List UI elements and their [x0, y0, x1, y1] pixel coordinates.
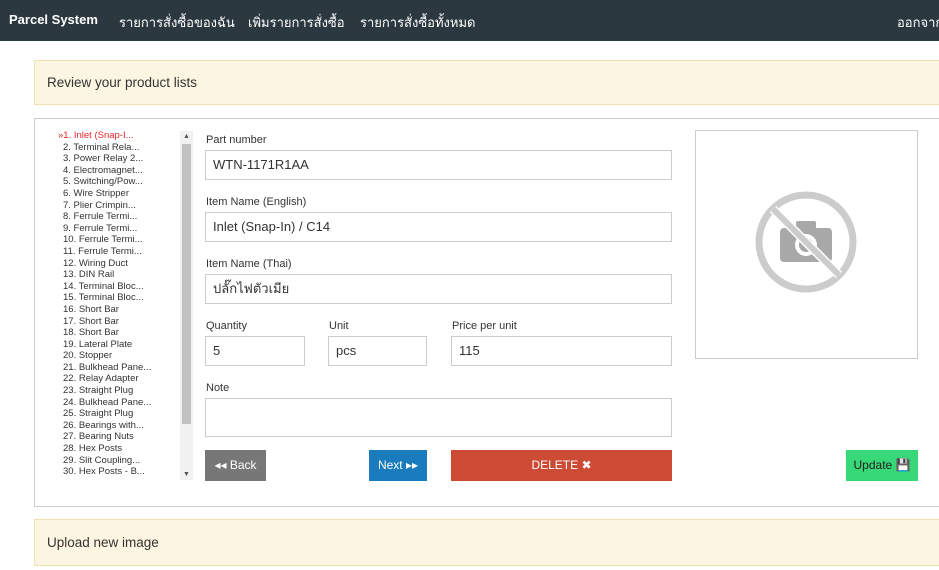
name-en-input[interactable]: Inlet (Snap-In) / C14: [205, 212, 672, 242]
nav-logout[interactable]: ออกจาก: [897, 12, 939, 33]
unit-label: Unit: [329, 320, 349, 332]
delete-button[interactable]: DELETE ✖: [451, 450, 672, 481]
product-list-item[interactable]: 8. Ferrule Termi...: [58, 211, 180, 223]
name-en-label: Item Name (English): [206, 196, 307, 208]
product-list-item[interactable]: 30. Hex Posts - B...: [58, 466, 180, 478]
product-list-item[interactable]: 3. Power Relay 2...: [58, 153, 180, 165]
product-list-item[interactable]: 13. DIN Rail: [58, 269, 180, 281]
product-list-item-label: 7. Plier Crimpin...: [63, 199, 136, 211]
scroll-down-icon[interactable]: ▼: [183, 471, 190, 478]
product-list-item[interactable]: 28. Hex Posts: [58, 443, 180, 455]
part-number-label: Part number: [206, 134, 267, 146]
product-list-item-label: 28. Hex Posts: [63, 443, 123, 455]
name-th-input[interactable]: ปลั๊กไฟตัวเมีย: [205, 274, 672, 304]
price-input[interactable]: 115: [451, 336, 672, 366]
product-list-item[interactable]: 9. Ferrule Termi...: [58, 223, 180, 235]
product-list-item-label: 27. Bearing Nuts: [63, 431, 134, 443]
product-list-item-label: 22. Relay Adapter: [63, 373, 139, 385]
product-list-item[interactable]: 6. Wire Stripper: [58, 188, 180, 200]
product-list-item[interactable]: 10. Ferrule Termi...: [58, 234, 180, 246]
product-list-item-label: 4. Electromagnet...: [63, 164, 143, 176]
product-list-item[interactable]: »1. Inlet (Snap-I...: [58, 130, 180, 142]
product-list-item-label: 13. DIN Rail: [63, 269, 115, 281]
product-list-item[interactable]: 26. Bearings with...: [58, 420, 180, 432]
product-list-item[interactable]: 11. Ferrule Termi...: [58, 246, 180, 258]
product-list-item[interactable]: 29. Slit Coupling...: [58, 455, 180, 467]
price-label: Price per unit: [452, 320, 517, 332]
product-list-item-label: 3. Power Relay 2...: [63, 153, 144, 165]
product-list-item-label: 25. Straight Plug: [63, 408, 134, 420]
upload-panel-title: Upload new image: [47, 535, 159, 550]
product-list-item-label: 26. Bearings with...: [63, 419, 144, 431]
product-list-item-label: 5. Switching/Pow...: [63, 176, 143, 188]
scroll-up-icon[interactable]: ▲: [183, 133, 190, 140]
product-list-item[interactable]: 20. Stopper: [58, 350, 180, 362]
product-list-item-label: 19. Lateral Plate: [63, 338, 133, 350]
product-list-item[interactable]: 27. Bearing Nuts: [58, 431, 180, 443]
next-button[interactable]: Next ▸▸: [369, 450, 427, 481]
navbar: Parcel System รายการสั่งซื้อของฉัน เพิ่ม…: [0, 0, 939, 41]
quantity-input[interactable]: 5: [205, 336, 305, 366]
product-list-item[interactable]: 7. Plier Crimpin...: [58, 200, 180, 212]
product-list-item-label: 24. Bulkhead Pane...: [63, 396, 152, 408]
product-list-item[interactable]: 2. Terminal Rela...: [58, 142, 180, 154]
upload-panel[interactable]: Upload new image: [34, 519, 939, 566]
scrollbar-thumb[interactable]: [182, 144, 191, 424]
product-list-item[interactable]: 5. Switching/Pow...: [58, 176, 180, 188]
brand-link[interactable]: Parcel System: [9, 12, 98, 27]
product-list-item[interactable]: 22. Relay Adapter: [58, 373, 180, 385]
review-panel-title: Review your product lists: [47, 75, 198, 90]
product-list-item[interactable]: 14. Terminal Bloc...: [58, 281, 180, 293]
product-list-item[interactable]: 15. Terminal Bloc...: [58, 292, 180, 304]
nav-all-orders[interactable]: รายการสั่งซื้อทั้งหมด: [360, 12, 475, 33]
product-list-item[interactable]: 24. Bulkhead Pane...: [58, 397, 180, 409]
list-scrollbar[interactable]: ▲ ▼: [180, 131, 193, 480]
product-list-item[interactable]: 21. Bulkhead Pane...: [58, 362, 180, 374]
product-list-item[interactable]: 17. Short Bar: [58, 316, 180, 328]
update-button[interactable]: Update 💾: [846, 450, 918, 481]
product-list-item-label: 6. Wire Stripper: [63, 187, 129, 199]
product-list-item-label: 29. Slit Coupling...: [63, 454, 141, 466]
part-number-input[interactable]: WTN-1171R1AA: [205, 150, 672, 180]
product-list-item-label: 9. Ferrule Termi...: [63, 222, 138, 234]
name-th-label: Item Name (Thai): [206, 258, 292, 270]
product-list-item-label: 30. Hex Posts - B...: [63, 466, 145, 478]
product-list-item-label: 16. Short Bar: [63, 303, 119, 315]
product-list-item-label: 2. Terminal Rela...: [63, 141, 140, 153]
product-list[interactable]: »1. Inlet (Snap-I... 2. Terminal Rela... 3…: [58, 130, 180, 478]
nav-my-orders[interactable]: รายการสั่งซื้อของฉัน: [119, 12, 235, 33]
product-list-item-label: 18. Short Bar: [63, 327, 119, 339]
review-panel: Review your product lists: [34, 60, 939, 105]
product-list-item[interactable]: 25. Straight Plug: [58, 408, 180, 420]
note-label: Note: [206, 382, 230, 394]
unit-input[interactable]: pcs: [328, 336, 427, 366]
product-list-item[interactable]: 18. Short Bar: [58, 327, 180, 339]
product-list-item-label: 14. Terminal Bloc...: [63, 280, 144, 292]
product-list-item[interactable]: 23. Straight Plug: [58, 385, 180, 397]
note-textarea[interactable]: [205, 398, 672, 437]
product-list-item-label: 11. Ferrule Termi...: [63, 245, 142, 257]
product-list-item-label: 1. Inlet (Snap-I...: [63, 130, 134, 141]
product-list-item[interactable]: 19. Lateral Plate: [58, 339, 180, 351]
nav-add-order[interactable]: เพิ่มรายการสั่งซื้อ: [248, 12, 345, 33]
product-list-item-label: 17. Short Bar: [63, 315, 119, 327]
quantity-label: Quantity: [206, 320, 247, 332]
product-list-item-label: 8. Ferrule Termi...: [63, 211, 138, 223]
product-list-item[interactable]: 12. Wiring Duct: [58, 258, 180, 270]
product-list-item-label: 20. Stopper: [63, 350, 113, 362]
product-list-item-label: 10. Ferrule Termi...: [63, 234, 143, 246]
product-list-item-label: 12. Wiring Duct: [63, 257, 128, 269]
product-list-item[interactable]: 16. Short Bar: [58, 304, 180, 316]
product-list-item-label: 21. Bulkhead Pane...: [63, 361, 152, 373]
no-image-icon: [755, 191, 857, 293]
product-list-item-label: 23. Straight Plug: [63, 385, 134, 397]
back-button[interactable]: ◂◂ Back: [205, 450, 266, 481]
product-list-item[interactable]: 4. Electromagnet...: [58, 165, 180, 177]
product-image: [695, 130, 918, 359]
product-list-item-label: 15. Terminal Bloc...: [63, 292, 144, 304]
